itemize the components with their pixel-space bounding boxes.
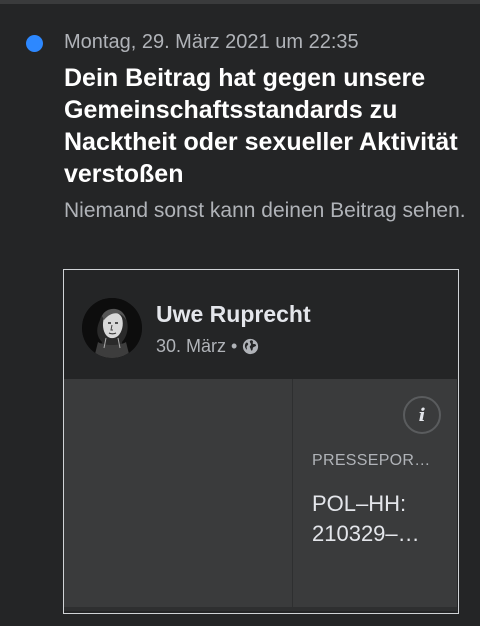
meta-separator: • <box>231 336 238 356</box>
link-source-domain: PRESSEPOR… <box>312 452 431 469</box>
unread-indicator-dot <box>26 35 43 52</box>
link-preview-title: POL–HH: 210329–… <box>312 491 420 546</box>
link-preview-image-placeholder <box>64 379 293 611</box>
notice-headline: Dein Beitrag hat gegen unsere Gemeinscha… <box>64 64 458 188</box>
post-date[interactable]: 30. März <box>156 336 226 357</box>
globe-icon <box>242 338 259 355</box>
post-author-name[interactable]: Uwe Ruprecht <box>156 301 311 328</box>
card-bottom-strip <box>64 607 457 611</box>
notice-timestamp: Montag, 29. März 2021 um 22:35 <box>64 31 359 53</box>
avatar-portrait-image <box>82 298 142 358</box>
post-meta: 30. März • <box>156 336 259 357</box>
info-icon[interactable]: i <box>403 396 441 434</box>
notice-subline: Niemand sonst kann deinen Beitrag sehen. <box>64 199 466 222</box>
violation-notice: Montag, 29. März 2021 um 22:35 Dein Beit… <box>0 0 480 626</box>
post-header: Uwe Ruprecht 30. März • <box>64 270 458 380</box>
avatar[interactable] <box>82 298 142 358</box>
post-preview-card[interactable]: Uwe Ruprecht 30. März • i PRESSEPOR… POL… <box>63 269 459 614</box>
link-preview[interactable]: i PRESSEPOR… POL–HH: 210329–… <box>64 379 457 611</box>
link-preview-info: i PRESSEPOR… POL–HH: 210329–… <box>293 379 457 611</box>
